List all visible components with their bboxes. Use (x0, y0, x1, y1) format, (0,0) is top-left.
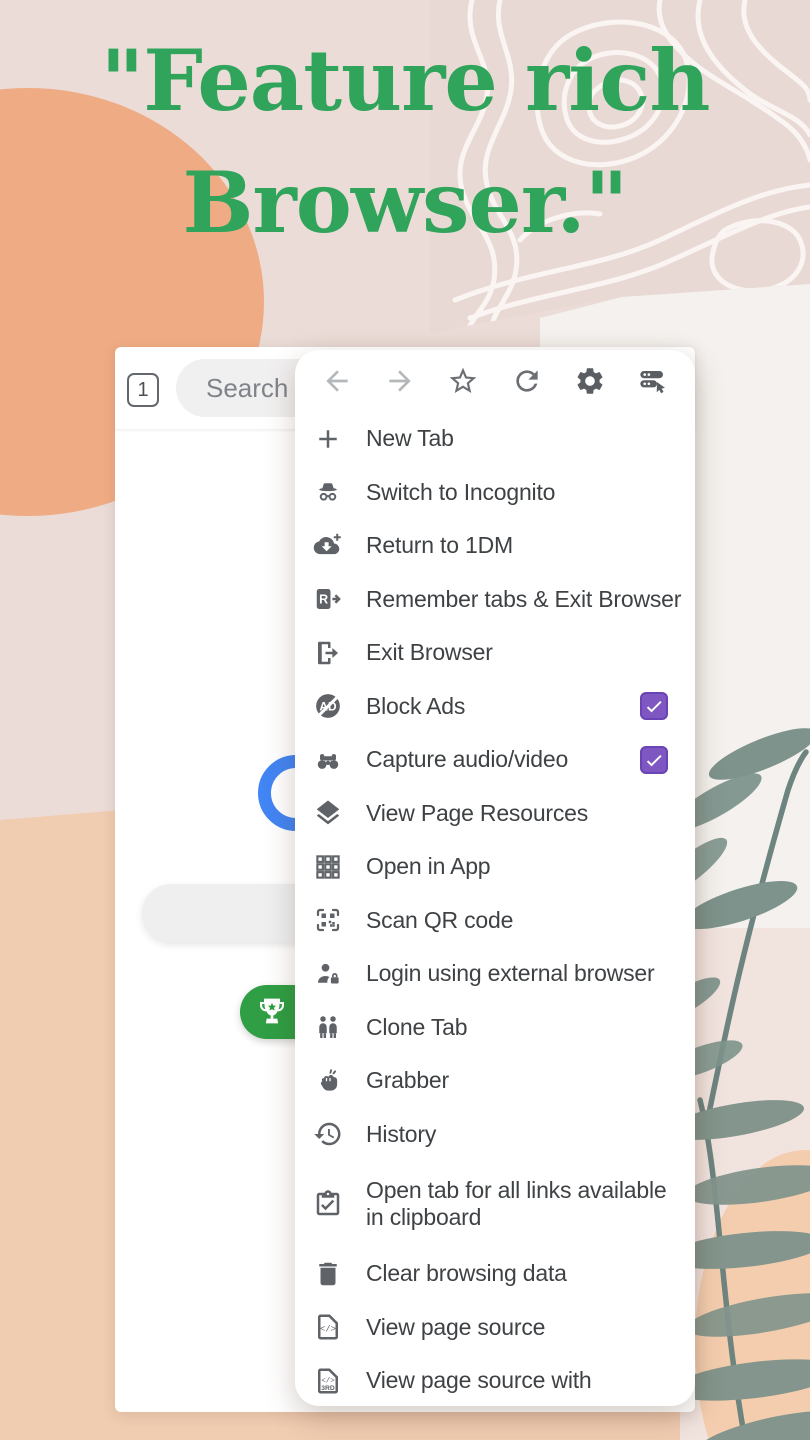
sniffer-tools-icon[interactable] (635, 363, 671, 399)
menu-item[interactable]: Open tab for all links availablein clipb… (295, 1161, 695, 1247)
menu-item-label: Remember tabs & Exit Browser (366, 586, 681, 613)
menu-item[interactable]: Grabber (295, 1054, 695, 1108)
menu-item-label: View Page Resources (366, 800, 588, 827)
person-lock-icon (313, 959, 343, 989)
file-code-3rd-icon: </>3RD (313, 1366, 343, 1396)
menu-item-label: Clear browsing data (366, 1260, 567, 1287)
plus-icon (313, 424, 343, 454)
svg-text:3RD: 3RD (321, 1385, 335, 1392)
menu-item-label: Login using external browser (366, 960, 654, 987)
history-icon (313, 1119, 343, 1149)
menu-item-label: Open tab for all links availablein clipb… (366, 1177, 666, 1231)
menu-item[interactable]: Exit Browser (295, 626, 695, 680)
menu-item[interactable]: Return to 1DM (295, 519, 695, 573)
binoculars-icon (313, 745, 343, 775)
grid-apps-icon (313, 852, 343, 882)
menu-item[interactable]: Clone Tab (295, 1001, 695, 1055)
menu-item[interactable]: </>3RD View page source with (295, 1354, 695, 1408)
menu-item-label: View page source with (366, 1367, 592, 1394)
menu-item[interactable]: Scan QR code (295, 894, 695, 948)
file-code-icon: </> (313, 1312, 343, 1342)
fist-icon (313, 1066, 343, 1096)
browser-overflow-menu: New Tab Switch to Incognito Return to 1D… (295, 350, 695, 1406)
menu-item-label: Switch to Incognito (366, 479, 555, 506)
menu-item-label: View page source (366, 1314, 545, 1341)
headline: "Feature rich Browser." (0, 20, 810, 264)
menu-item[interactable]: </> View page source (295, 1301, 695, 1355)
star-icon[interactable] (445, 363, 481, 399)
svg-text:</>: </> (320, 1325, 336, 1335)
address-bar-placeholder: Search (206, 373, 288, 404)
exit-door-icon (313, 638, 343, 668)
menu-item-label: Open in App (366, 853, 490, 880)
menu-item[interactable]: Switch to Incognito (295, 466, 695, 520)
menu-item-label: History (366, 1121, 436, 1148)
trophy-icon (256, 996, 288, 1028)
menu-item[interactable]: View Page Resources (295, 787, 695, 841)
menu-item[interactable]: Login using external browser (295, 947, 695, 1001)
clipboard-check-icon (313, 1189, 343, 1219)
incognito-icon (313, 477, 343, 507)
menu-item-label: Return to 1DM (366, 532, 513, 559)
menu-item-label: Block Ads (366, 693, 465, 720)
remember-tabs-icon: R (313, 584, 343, 614)
checkbox-checked[interactable] (640, 692, 668, 720)
menu-item-label: Grabber (366, 1067, 449, 1094)
cloud-download-icon (313, 531, 343, 561)
arrow-back-icon[interactable] (319, 363, 355, 399)
menu-item[interactable]: Open in App (295, 840, 695, 894)
menu-item[interactable]: Capture audio/video (295, 733, 695, 787)
menu-toolbar (295, 350, 695, 412)
headline-line2: Browser." (0, 142, 810, 264)
arrow-forward-icon[interactable] (382, 363, 418, 399)
people-icon (313, 1012, 343, 1042)
menu-item[interactable]: R Remember tabs & Exit Browser (295, 573, 695, 627)
promo-screenshot: "Feature rich Browser." 1 Search New Tab (0, 0, 810, 1440)
menu-item-label: Exit Browser (366, 639, 493, 666)
menu-item-label: Capture audio/video (366, 746, 568, 773)
menu-item-label: New Tab (366, 425, 454, 452)
qr-code-icon (313, 905, 343, 935)
trash-icon (313, 1259, 343, 1289)
menu-item-label: Scan QR code (366, 907, 513, 934)
menu-item[interactable]: History (295, 1108, 695, 1162)
checkbox-checked[interactable] (640, 746, 668, 774)
menu-item[interactable]: New Tab (295, 412, 695, 466)
block-ads-icon: AD (313, 691, 343, 721)
headline-line1: "Feature rich (0, 20, 810, 142)
tab-count: 1 (137, 379, 148, 402)
menu-item-label: Clone Tab (366, 1014, 467, 1041)
menu-item[interactable]: AD Block Ads (295, 680, 695, 734)
refresh-icon[interactable] (509, 363, 545, 399)
layers-icon (313, 798, 343, 828)
svg-text:R: R (319, 593, 328, 607)
tab-counter-button[interactable]: 1 (127, 373, 159, 407)
menu-items: New Tab Switch to Incognito Return to 1D… (295, 412, 695, 1408)
settings-gear-icon[interactable] (572, 363, 608, 399)
menu-item[interactable]: Clear browsing data (295, 1247, 695, 1301)
